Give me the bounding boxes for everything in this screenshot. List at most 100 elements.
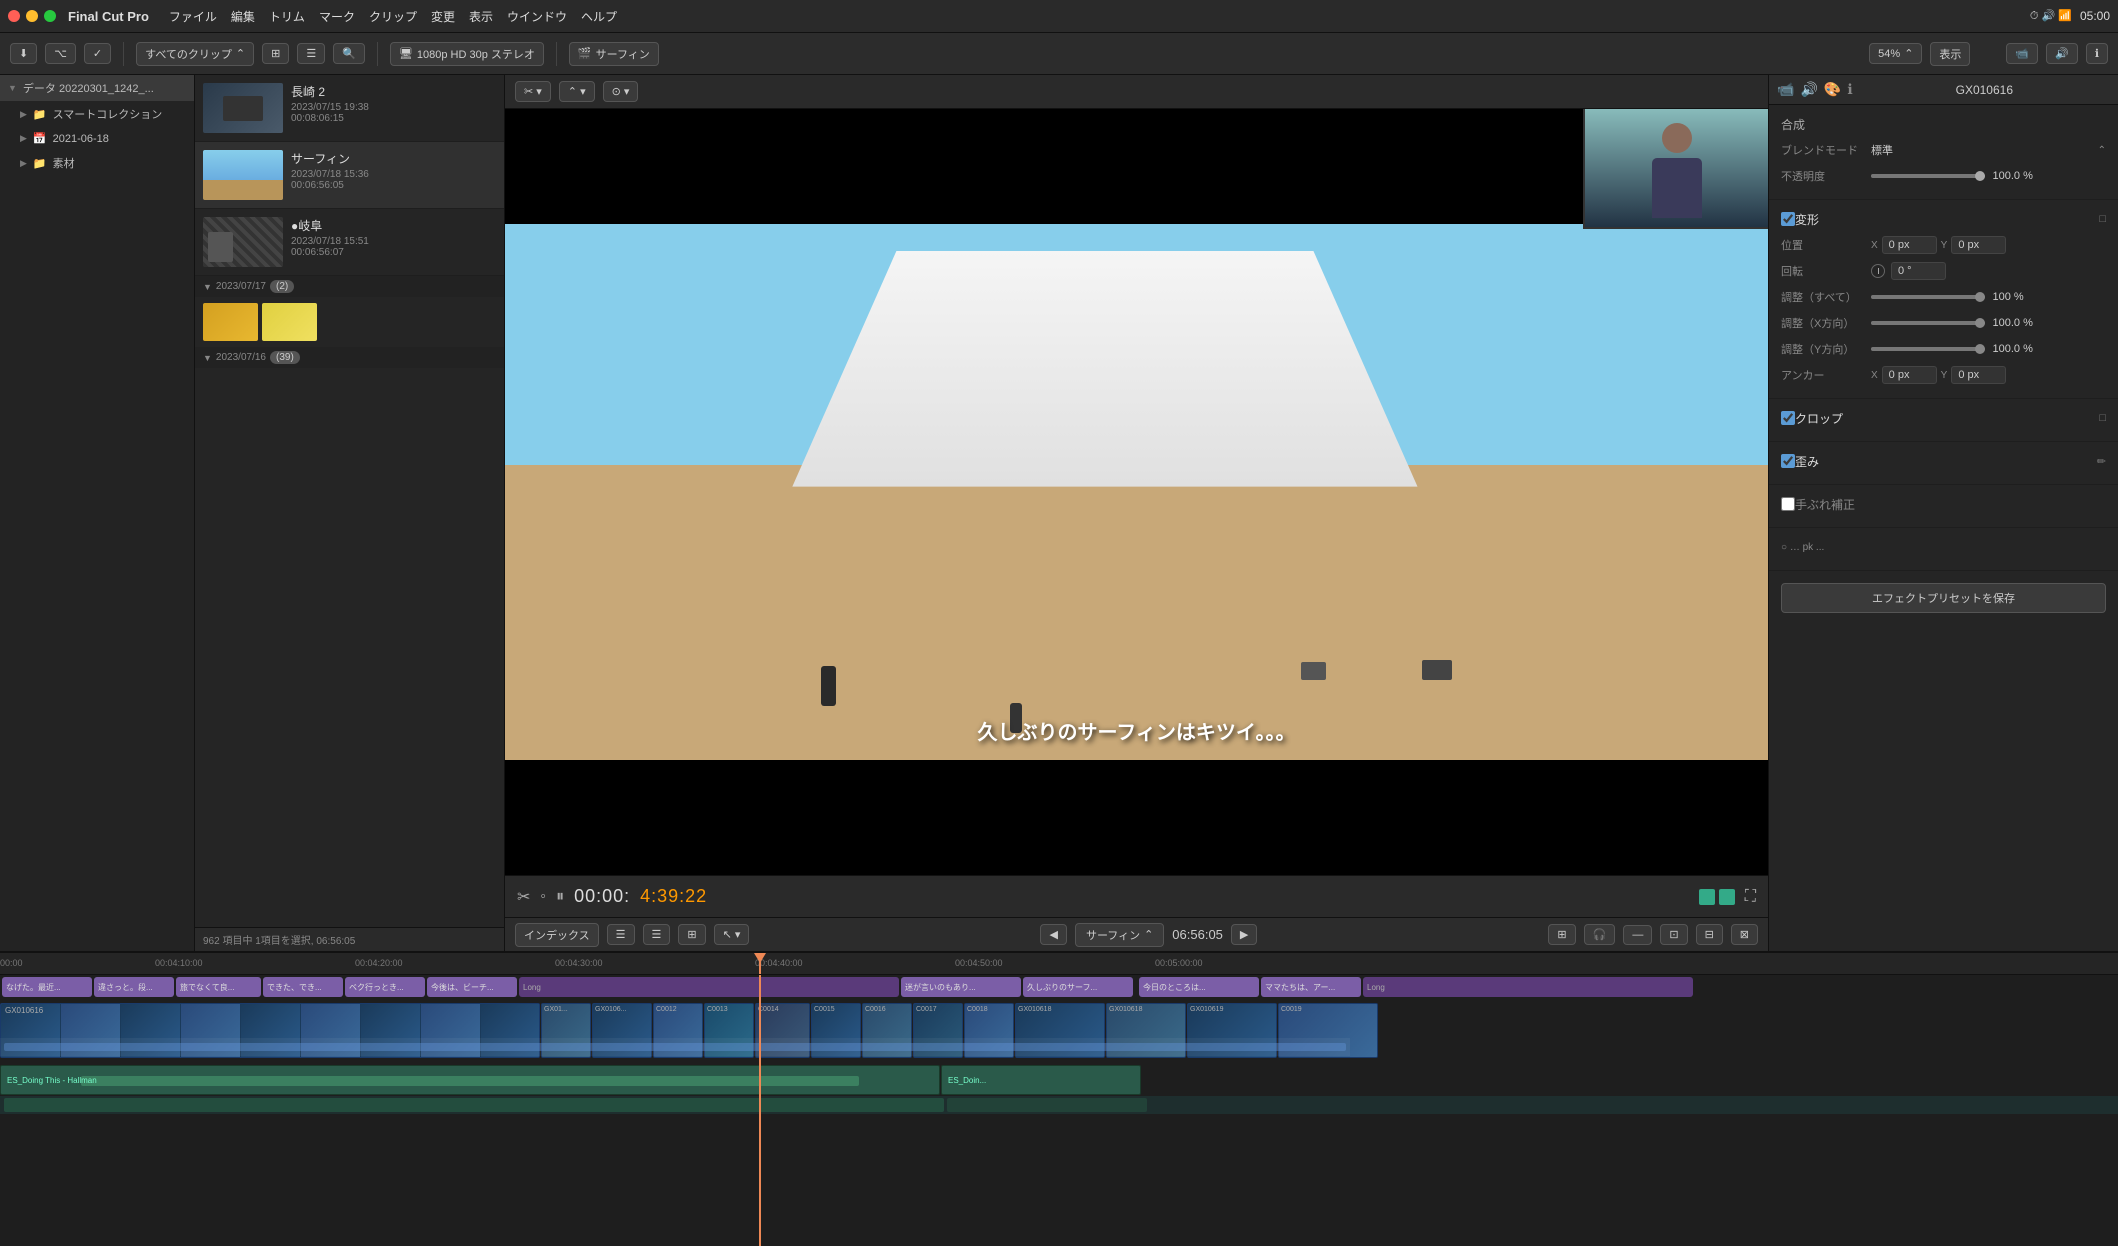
subtitle-clip-4[interactable]: できた、でき... (263, 977, 343, 997)
subtitle-clip-5[interactable]: ベク行っとき... (345, 977, 425, 997)
chevron-icon-2: ▶ (20, 109, 27, 120)
clip-item-nagasaki[interactable]: 長崎 2 2023/07/15 19:38 00:08:06:15 (195, 75, 504, 142)
anchor-y-input[interactable] (1951, 366, 2006, 384)
sidebar-item-data[interactable]: ▼ データ 20220301_1242_... (0, 75, 194, 101)
crop-checkbox[interactable] (1781, 411, 1795, 425)
sidebar-item-smart[interactable]: ▶ 📁 スマートコレクション (0, 101, 194, 127)
audio-clip-1[interactable]: ES_Doing This - Hallman (0, 1065, 940, 1095)
edit-tool-2[interactable]: ✂ (517, 887, 530, 907)
transform-checkbox[interactable] (1781, 212, 1795, 226)
razor-tool[interactable]: ◦ (540, 888, 546, 906)
sequence-name-btn[interactable]: サーフィン ⌃ (1075, 923, 1164, 947)
inspector-info-tab[interactable]: ℹ (2086, 43, 2108, 64)
stabilize-checkbox[interactable] (1781, 497, 1795, 511)
subtitle-clip-10[interactable]: ママたちは、アー... (1261, 977, 1361, 997)
subtitle-clip-long-1[interactable]: Long (519, 977, 899, 997)
inspector-toolbar: 📹 🔊 🎨 ℹ GX010616 (1769, 75, 2118, 105)
subtitle-clip-7[interactable]: 迷が言いのもあり... (901, 977, 1021, 997)
list-btn-1[interactable]: ☰ (607, 924, 635, 945)
sidebar-item-sozai[interactable]: ▶ 📁 素材 (0, 150, 194, 176)
minimize-button[interactable] (26, 10, 38, 22)
menu-file[interactable]: ファイル (169, 8, 217, 25)
maximize-button[interactable] (44, 10, 56, 22)
subtitle-clip-8[interactable]: 久しぶりのサーフ... (1023, 977, 1133, 997)
timeline-btn-3[interactable]: ⊟ (1696, 924, 1723, 945)
anchor-x-input[interactable] (1882, 366, 1937, 384)
timeline-btn-4[interactable]: ⊠ (1731, 924, 1758, 945)
inspector-tab-video[interactable]: 📹 (1777, 81, 1794, 98)
rotation-dial[interactable] (1871, 264, 1885, 278)
pos-x-input[interactable] (1882, 236, 1937, 254)
small-thumb-2[interactable] (262, 303, 317, 341)
timeline-btn-1[interactable]: — (1623, 925, 1652, 945)
rotation-input[interactable] (1891, 262, 1946, 280)
ruler-mark-5: 00:04:50:00 (955, 958, 1003, 968)
zoom-button[interactable]: 54% ⌃ (1869, 43, 1922, 64)
audio-btn-1[interactable]: ⊞ (1548, 924, 1575, 945)
scale-y-slider[interactable] (1871, 347, 1985, 351)
clip-item-surfing[interactable]: サーフィン 2023/07/18 15:36 00:06:56:05 (195, 142, 504, 209)
project-button[interactable]: 🎬 サーフィン (569, 42, 659, 66)
inspector-audio-tab[interactable]: 🔊 (2046, 43, 2078, 64)
zoom-tool-button[interactable]: ⊙ ▾ (603, 81, 639, 102)
distort-checkbox[interactable] (1781, 454, 1795, 468)
ruler-mark-2: 00:04:20:00 (355, 958, 403, 968)
subtitle-clip-long-2[interactable]: Long (1363, 977, 1693, 997)
pause-button[interactable]: ⏸ (556, 888, 564, 906)
display-button[interactable]: 表示 (1930, 42, 1970, 66)
menu-help[interactable]: ヘルプ (581, 8, 617, 25)
subtitle-clip-3[interactable]: 旅でなくて良... (176, 977, 261, 997)
headphone-btn[interactable]: 🎧 (1584, 924, 1616, 945)
scale-x-slider[interactable] (1871, 321, 1985, 325)
inspector-tab-audio[interactable]: 🔊 (1800, 81, 1817, 98)
clip-thumb-gifu (203, 217, 283, 267)
menu-mark[interactable]: マーク (319, 8, 355, 25)
nav-right[interactable]: ▶ (1231, 924, 1257, 945)
index-button[interactable]: インデックス (515, 923, 599, 947)
pos-y-label: Y (1941, 240, 1948, 251)
sidebar-icon-2021: 📅 (33, 132, 47, 145)
menu-edit[interactable]: 編集 (231, 8, 255, 25)
inspector-tab-color[interactable]: 🎨 (1824, 81, 1841, 98)
close-button[interactable] (8, 10, 20, 22)
search-button[interactable]: 🔍 (333, 43, 365, 64)
date-count-0716: (39) (270, 351, 300, 364)
menu-window[interactable]: ウインドウ (507, 8, 567, 25)
inspector-tab-info[interactable]: ℹ (1847, 81, 1852, 98)
fullscreen-button[interactable]: ⛶ (1745, 888, 1756, 906)
menu-clip[interactable]: クリップ (369, 8, 417, 25)
timeline-panel: 00:00 00:04:10:00 00:04:20:00 00:04:30:0… (0, 951, 2118, 1246)
nav-left[interactable]: ◀ (1040, 924, 1066, 945)
main-area: ▼ データ 20220301_1242_... ▶ 📁 スマートコレクション ▶… (0, 75, 2118, 951)
scale-all-slider[interactable] (1871, 295, 1985, 299)
clip-all-button[interactable]: すべてのクリップ ⌃ (136, 42, 254, 66)
opacity-slider[interactable] (1871, 174, 1985, 178)
edit-tool-button[interactable]: ✂ ▾ (515, 81, 551, 102)
inspector-video-tab[interactable]: 📹 (2006, 43, 2038, 64)
small-thumb-1[interactable] (203, 303, 258, 341)
pos-y-input[interactable] (1951, 236, 2006, 254)
check-button[interactable]: ✓ (84, 43, 111, 64)
subtitle-clip-2[interactable]: 違さっと。段... (94, 977, 174, 997)
clip-item-gifu[interactable]: ●岐阜 2023/07/18 15:51 00:06:56:07 (195, 209, 504, 276)
sidebar-item-2021[interactable]: ▶ 📅 2021-06-18 (0, 127, 194, 150)
import-button[interactable]: ⬇ (10, 43, 37, 64)
list-view-button[interactable]: ☰ (297, 43, 325, 64)
blend-title: 合成 (1781, 116, 1805, 133)
subtitle-clip-6[interactable]: 今後は、ビーチ... (427, 977, 517, 997)
menu-trim[interactable]: トリム (269, 8, 305, 25)
audio-clip-2[interactable]: ES_Doin... (941, 1065, 1141, 1095)
blade-tool-button[interactable]: ⌃ ▾ (559, 81, 595, 102)
menu-change[interactable]: 変更 (431, 8, 455, 25)
subtitle-clip-1[interactable]: なげた。最近... (2, 977, 92, 997)
menu-view[interactable]: 表示 (469, 8, 493, 25)
arrow-tool[interactable]: ↖ ▾ (714, 924, 750, 945)
subtitle-clip-9[interactable]: 今日のところは... (1139, 977, 1259, 997)
list-btn-3[interactable]: ⊞ (678, 924, 705, 945)
effect-preset-button[interactable]: エフェクトプリセットを保存 (1781, 583, 2106, 613)
key-button[interactable]: ⌥ (45, 43, 76, 64)
format-button[interactable]: 🖥 1080p HD 30p ステレオ (390, 42, 544, 66)
grid-view-button[interactable]: ⊞ (262, 43, 289, 64)
list-btn-2[interactable]: ☰ (643, 924, 671, 945)
timeline-btn-2[interactable]: ⊡ (1660, 924, 1687, 945)
